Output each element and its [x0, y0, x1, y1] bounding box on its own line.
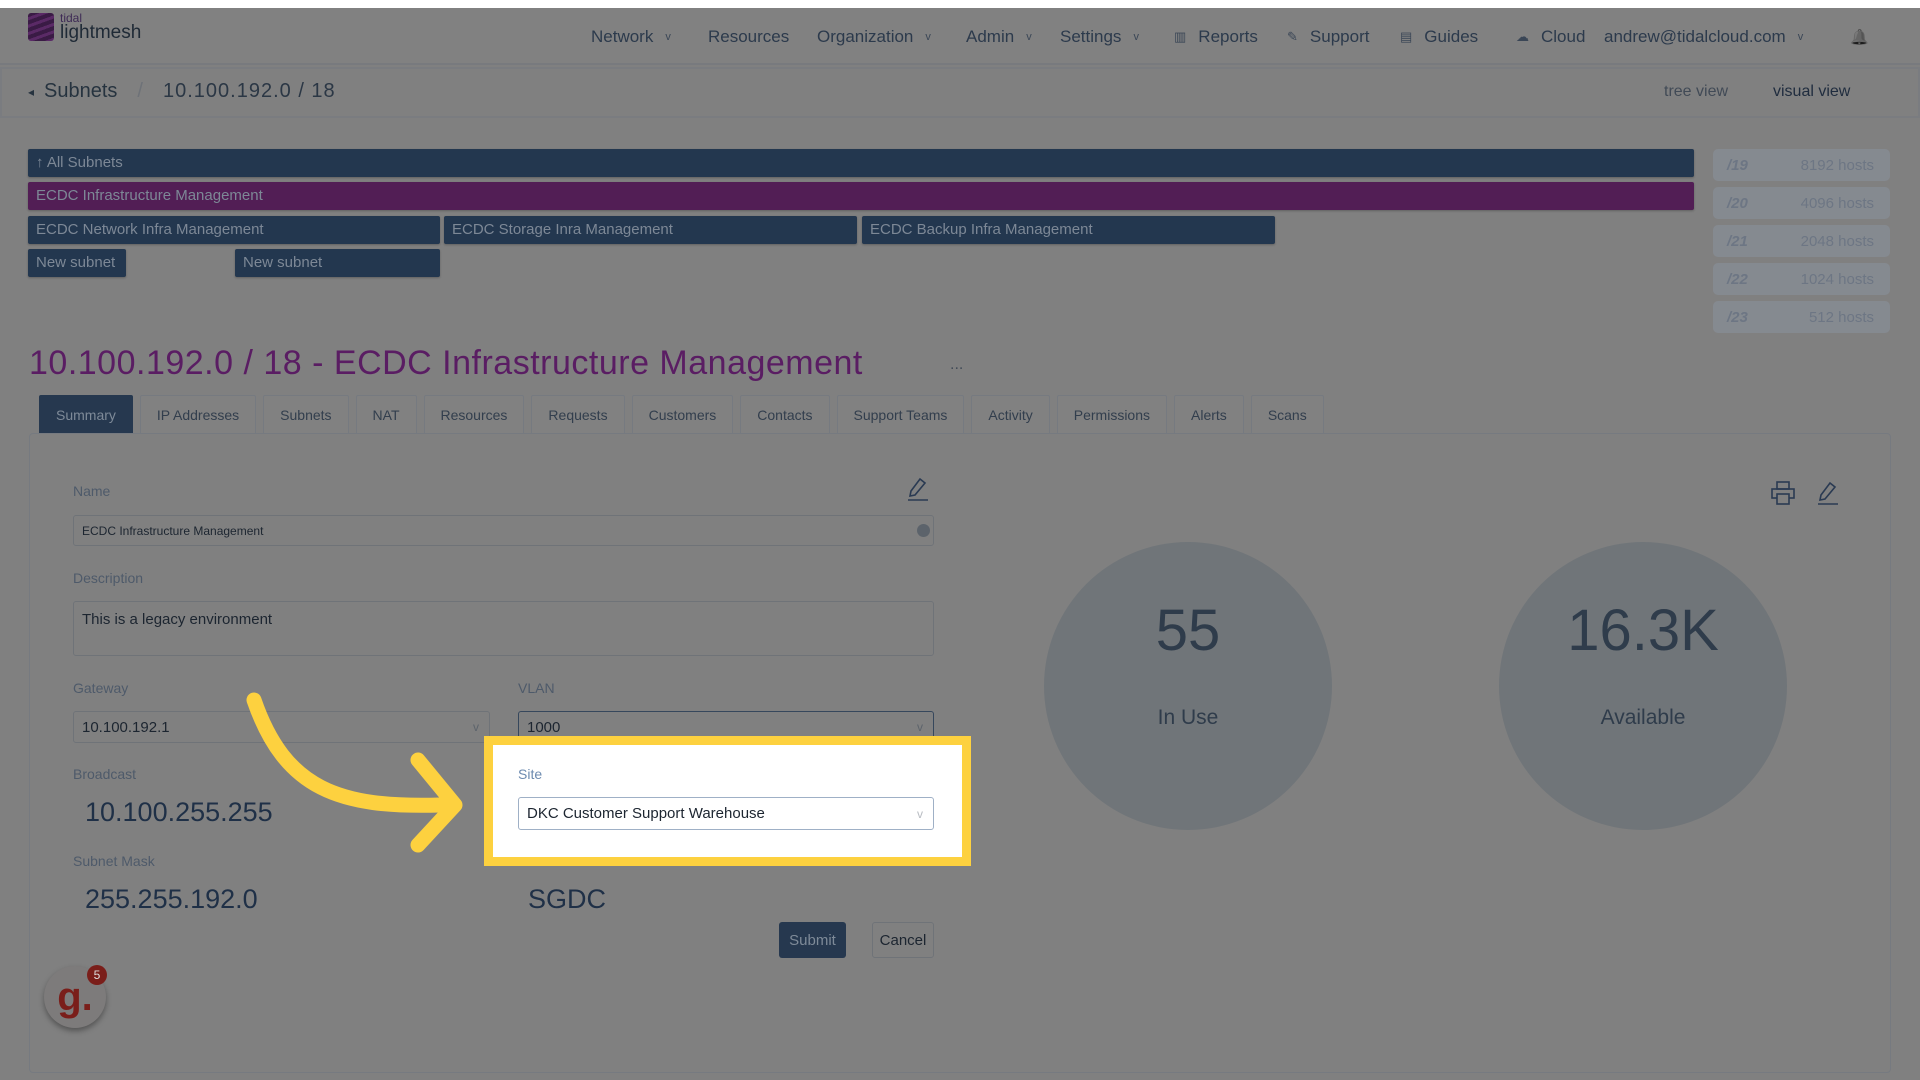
logo[interactable]: tidal lightmesh: [28, 12, 141, 42]
child-subnet-bar[interactable]: ECDC Storage Inra Management: [444, 216, 857, 244]
tab-alerts[interactable]: Alerts: [1174, 395, 1244, 433]
logo-mark-icon: [28, 13, 54, 41]
tab-support-teams[interactable]: Support Teams: [836, 395, 965, 433]
chevron-down-icon: v: [925, 30, 931, 43]
new-subnet-bar[interactable]: New subnet: [235, 249, 440, 277]
chevron-down-icon: v: [917, 720, 923, 734]
clear-icon[interactable]: [917, 524, 930, 537]
more-options-button[interactable]: ...: [950, 356, 963, 374]
submit-button[interactable]: Submit: [779, 922, 846, 958]
chevron-down-icon: v: [1026, 30, 1032, 43]
cancel-button[interactable]: Cancel: [872, 922, 934, 958]
wrench-icon: ✎: [1287, 28, 1298, 44]
child-subnet-bar[interactable]: ECDC Network Infra Management: [28, 216, 440, 244]
breadcrumb: ◂ Subnets / 10.100.192.0 / 18: [28, 80, 336, 103]
nav-organization[interactable]: Organization v: [817, 8, 931, 65]
visual-view-link[interactable]: visual view: [1773, 83, 1850, 101]
nav-network[interactable]: Network v: [591, 8, 671, 65]
tab-permissions[interactable]: Permissions: [1056, 395, 1168, 433]
tab-subnets[interactable]: Subnets: [263, 395, 349, 433]
subnet-mask-value: 255.255.192.0: [85, 884, 258, 914]
gateway-label: Gateway: [73, 680, 129, 696]
available-stat: 16.3K Available: [1499, 542, 1787, 830]
description-textarea[interactable]: This is a legacy environment: [73, 601, 934, 656]
breadcrumb-subnets[interactable]: Subnets: [44, 80, 117, 103]
back-icon[interactable]: ◂: [28, 85, 34, 99]
site-select[interactable]: DKC Customer Support Warehouse v: [518, 797, 934, 830]
nav-admin[interactable]: Admin v: [966, 8, 1032, 65]
tab-bar: Summary IP Addresses Subnets NAT Resourc…: [39, 395, 1324, 433]
page-title: 10.100.192.0 / 18 - ECDC Infrastructure …: [29, 344, 863, 382]
host-size-row: /22 1024 hosts: [1713, 263, 1890, 295]
top-strip: [0, 0, 1920, 8]
breadcrumb-current: 10.100.192.0 / 18: [162, 80, 336, 102]
host-size-row: /19 8192 hosts: [1713, 149, 1890, 181]
tab-nat[interactable]: NAT: [355, 395, 417, 433]
bell-icon[interactable]: 🔔: [1850, 8, 1869, 65]
tab-requests[interactable]: Requests: [531, 395, 625, 433]
tab-activity[interactable]: Activity: [971, 395, 1050, 433]
tab-contacts[interactable]: Contacts: [740, 395, 830, 433]
edit-pencil-icon[interactable]: [906, 476, 930, 502]
tab-scans[interactable]: Scans: [1250, 395, 1324, 433]
chevron-down-icon: v: [917, 806, 923, 821]
broadcast-label: Broadcast: [73, 766, 137, 782]
nav-guides[interactable]: ▤ Guides: [1400, 8, 1478, 65]
chevron-down-icon: v: [1133, 30, 1139, 43]
site-label: Site: [518, 766, 543, 782]
nav-settings[interactable]: Settings v: [1060, 8, 1139, 65]
host-size-row: /20 4096 hosts: [1713, 187, 1890, 219]
book-icon: ▤: [1400, 28, 1413, 44]
vlan-label: VLAN: [518, 680, 555, 696]
chevron-down-icon: v: [665, 30, 671, 43]
nav-resources[interactable]: Resources: [708, 8, 789, 65]
chart-icon: ▥: [1174, 28, 1187, 44]
annotation-arrow-icon: [246, 692, 463, 853]
chevron-down-icon: v: [1797, 30, 1804, 43]
subnet-mask-label: Subnet Mask: [73, 853, 155, 869]
tree-view-link[interactable]: tree view: [1664, 83, 1728, 101]
new-subnet-bar[interactable]: New subnet: [28, 249, 126, 277]
name-label: Name: [73, 483, 111, 499]
name-input[interactable]: ECDC Infrastructure Management: [73, 515, 934, 546]
user-menu[interactable]: andrew@tidalcloud.com v: [1604, 8, 1803, 65]
nav-support[interactable]: ✎ Support: [1287, 8, 1369, 65]
description-label: Description: [73, 570, 144, 586]
site-code-value: SGDC: [528, 884, 607, 914]
tab-ip-addresses[interactable]: IP Addresses: [139, 395, 257, 433]
print-icon[interactable]: [1770, 480, 1796, 506]
tab-resources[interactable]: Resources: [423, 395, 525, 433]
nav-reports[interactable]: ▥ Reports: [1174, 8, 1258, 65]
current-subnet-bar[interactable]: ECDC Infrastructure Management: [28, 182, 1694, 210]
edit-pencil-icon[interactable]: [1816, 480, 1840, 506]
cloud-icon: ☁: [1516, 28, 1529, 44]
tab-summary[interactable]: Summary: [39, 395, 133, 433]
all-subnets-bar[interactable]: ↑ All Subnets: [28, 149, 1694, 177]
host-size-row: /21 2048 hosts: [1713, 225, 1890, 257]
host-size-row: /23 512 hosts: [1713, 301, 1890, 333]
child-subnet-bar[interactable]: ECDC Backup Infra Management: [862, 216, 1275, 244]
nav-cloud[interactable]: ☁ Cloud: [1516, 8, 1585, 65]
in-use-stat: 55 In Use: [1044, 542, 1332, 830]
tab-customers[interactable]: Customers: [631, 395, 734, 433]
notification-badge: 5: [87, 965, 107, 985]
